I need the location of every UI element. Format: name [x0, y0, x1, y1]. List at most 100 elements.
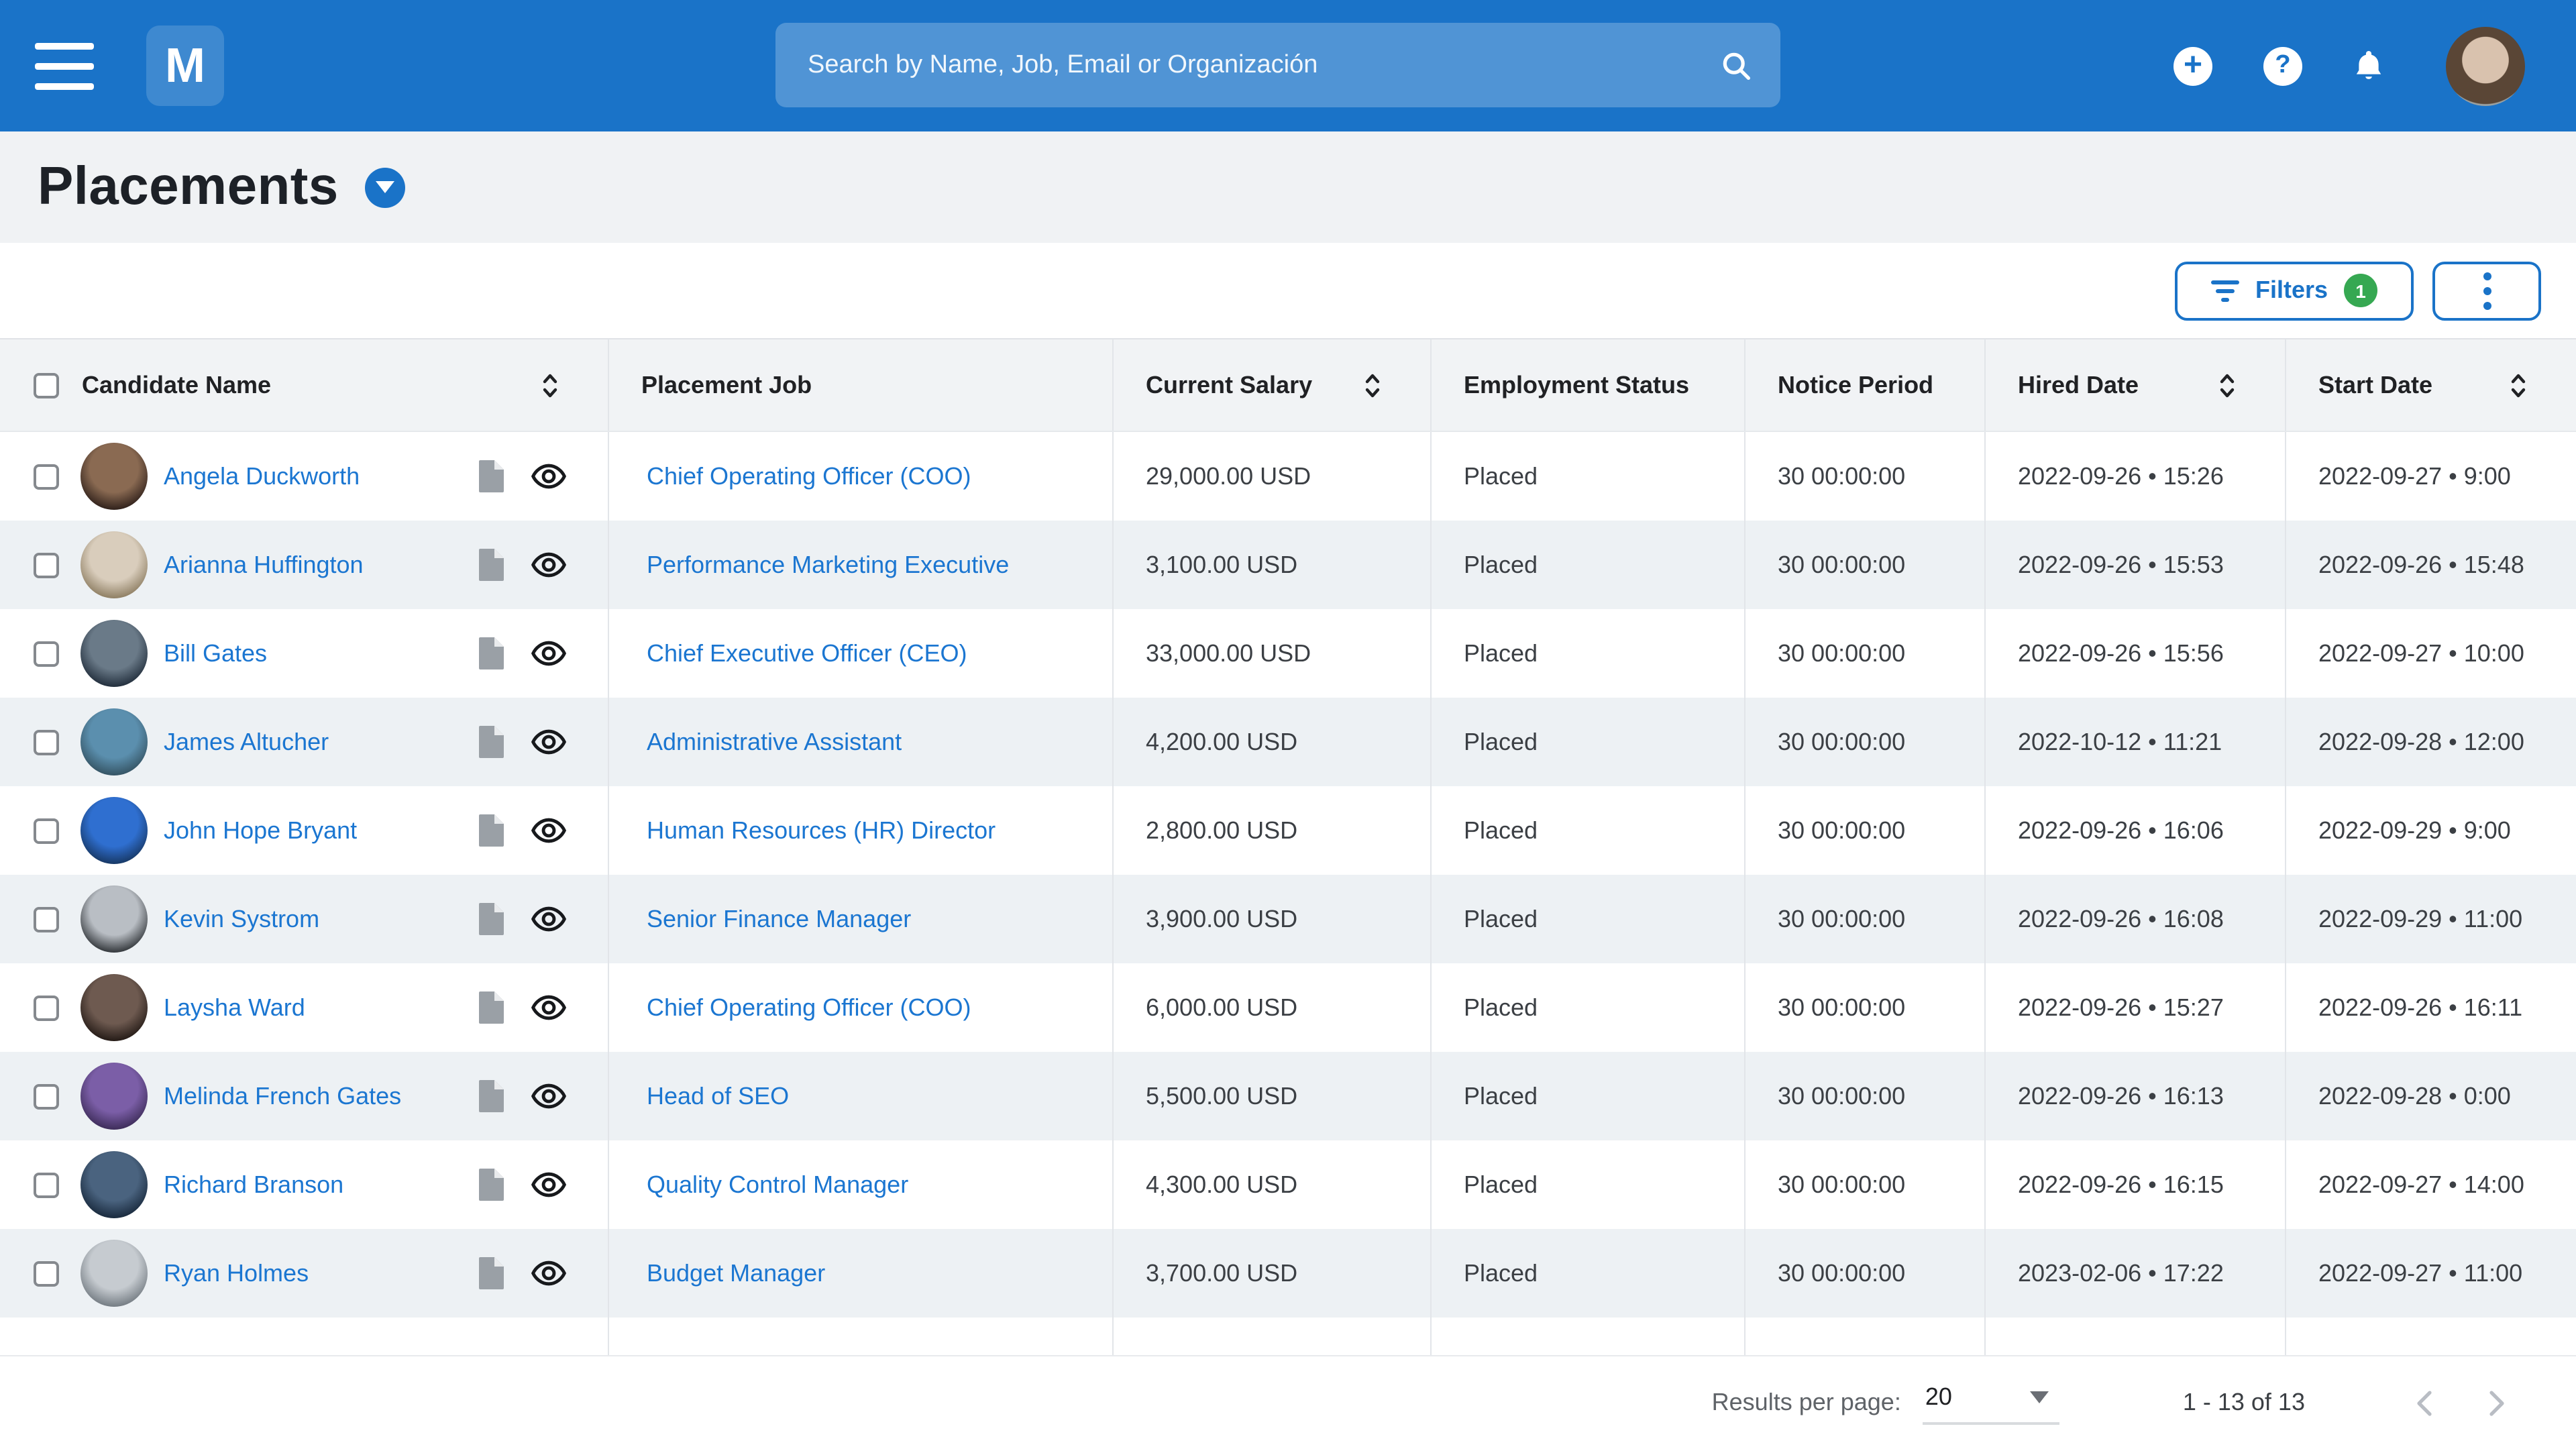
salary-cell-text: 3,700.00 USD	[1146, 1259, 1297, 1287]
page-title-dropdown-button[interactable]	[366, 167, 406, 207]
placement-job-link-text[interactable]: Head of SEO	[647, 1082, 789, 1110]
candidate-name-link[interactable]: Arianna Huffington	[164, 551, 364, 579]
candidate-name-link[interactable]: Richard Branson	[164, 1171, 343, 1199]
column-header-current-salary[interactable]: Current Salary	[1112, 339, 1430, 431]
candidate-avatar[interactable]	[80, 708, 148, 775]
start-date-cell: 2022-09-29 • 9:00	[2285, 786, 2576, 875]
placement-job-link-text[interactable]: Senior Finance Manager	[647, 905, 911, 933]
row-checkbox[interactable]	[34, 641, 59, 666]
resume-document-icon[interactable]	[479, 549, 504, 581]
row-checkbox[interactable]	[34, 906, 59, 932]
resume-document-icon[interactable]	[479, 903, 504, 935]
table-row-partial	[0, 1318, 2576, 1355]
placement-job-link-text[interactable]: Chief Executive Officer (CEO)	[647, 639, 967, 667]
column-header-start-date[interactable]: Start Date	[2285, 339, 2576, 431]
candidate-avatar[interactable]	[80, 443, 148, 510]
column-label: Notice Period	[1778, 371, 1933, 399]
candidate-name-link[interactable]: Angela Duckworth	[164, 462, 360, 490]
candidate-avatar[interactable]	[80, 974, 148, 1041]
preview-eye-icon[interactable]	[530, 723, 568, 761]
preview-eye-icon[interactable]	[530, 812, 568, 849]
row-actions	[479, 1254, 568, 1292]
row-checkbox[interactable]	[34, 729, 59, 755]
preview-eye-icon[interactable]	[530, 546, 568, 584]
candidate-avatar[interactable]	[80, 1063, 148, 1130]
candidate-name-link[interactable]: James Altucher	[164, 728, 329, 756]
candidate-name-link[interactable]: John Hope Bryant	[164, 816, 357, 845]
filters-button[interactable]: Filters 1	[2175, 261, 2414, 320]
row-checkbox[interactable]	[34, 1260, 59, 1286]
resume-document-icon[interactable]	[479, 460, 504, 492]
column-header-candidate-name[interactable]: Candidate Name	[0, 339, 608, 431]
user-avatar[interactable]	[2446, 26, 2525, 105]
notifications-button[interactable]	[2351, 47, 2387, 85]
row-checkbox[interactable]	[34, 552, 59, 578]
placement-job-link-text[interactable]: Performance Marketing Executive	[647, 551, 1009, 579]
notice-period-cell-text: 30 00:00:00	[1778, 1082, 1905, 1110]
candidate-avatar[interactable]	[80, 531, 148, 598]
resume-document-icon[interactable]	[479, 1257, 504, 1289]
quick-add-button[interactable]: +	[2174, 46, 2212, 85]
row-checkbox[interactable]	[34, 1083, 59, 1109]
row-checkbox[interactable]	[34, 1172, 59, 1197]
sort-icon[interactable]	[541, 370, 559, 400]
placement-job-link-text[interactable]: Quality Control Manager	[647, 1171, 908, 1199]
candidate-avatar[interactable]	[80, 885, 148, 953]
help-button[interactable]: ?	[2263, 46, 2302, 85]
candidate-avatar[interactable]	[80, 1240, 148, 1307]
chevron-down-icon	[376, 181, 395, 193]
next-page-button[interactable]	[2489, 1389, 2506, 1416]
candidate-name-link[interactable]: Melinda French Gates	[164, 1082, 401, 1110]
logo-letter: M	[165, 38, 205, 94]
placement-job-link-text[interactable]: Human Resources (HR) Director	[647, 816, 996, 845]
resume-document-icon[interactable]	[479, 991, 504, 1024]
placement-job-link: Chief Operating Officer (COO)	[608, 432, 1112, 521]
candidate-name-link[interactable]: Ryan Holmes	[164, 1259, 309, 1287]
candidate-avatar[interactable]	[80, 620, 148, 687]
candidate-avatar[interactable]	[80, 797, 148, 864]
row-actions	[479, 458, 568, 495]
table-row: James AltucherAdministrative Assistant4,…	[0, 698, 2576, 786]
preview-eye-icon[interactable]	[530, 900, 568, 938]
row-checkbox[interactable]	[34, 818, 59, 843]
placement-job-link-text[interactable]: Budget Manager	[647, 1259, 825, 1287]
preview-eye-icon[interactable]	[530, 635, 568, 672]
select-all-checkbox[interactable]	[34, 372, 59, 398]
preview-eye-icon[interactable]	[530, 458, 568, 495]
hired-date-cell-text: 2022-09-26 • 16:06	[2018, 816, 2224, 845]
placement-job-link-text[interactable]: Chief Operating Officer (COO)	[647, 462, 971, 490]
start-date-cell: 2022-09-27 • 10:00	[2285, 609, 2576, 698]
column-header-hired-date[interactable]: Hired Date	[1984, 339, 2285, 431]
resume-document-icon[interactable]	[479, 726, 504, 758]
app-logo[interactable]: M	[146, 25, 224, 106]
previous-page-button[interactable]	[2415, 1389, 2432, 1416]
sort-icon[interactable]	[1363, 370, 1382, 400]
preview-eye-icon[interactable]	[530, 1254, 568, 1292]
sort-icon[interactable]	[2509, 370, 2528, 400]
resume-document-icon[interactable]	[479, 637, 504, 669]
preview-eye-icon[interactable]	[530, 1166, 568, 1203]
global-search-input[interactable]: Search by Name, Job, Email or Organizaci…	[775, 23, 1780, 107]
salary-cell: 4,300.00 USD	[1112, 1140, 1430, 1229]
candidate-name-link[interactable]: Bill Gates	[164, 639, 267, 667]
candidate-name-link[interactable]: Kevin Systrom	[164, 905, 319, 933]
resume-document-icon[interactable]	[479, 1080, 504, 1112]
placement-job-link-text[interactable]: Chief Operating Officer (COO)	[647, 994, 971, 1022]
resume-document-icon[interactable]	[479, 814, 504, 847]
candidate-avatar[interactable]	[80, 1151, 148, 1218]
row-checkbox[interactable]	[34, 464, 59, 489]
menu-icon[interactable]	[35, 42, 94, 89]
search-placeholder: Search by Name, Job, Email or Organizaci…	[808, 50, 1719, 80]
more-options-button[interactable]	[2432, 261, 2541, 320]
preview-eye-icon[interactable]	[530, 989, 568, 1026]
resume-document-icon[interactable]	[479, 1169, 504, 1201]
preview-eye-icon[interactable]	[530, 1077, 568, 1115]
search-icon[interactable]	[1719, 48, 1754, 83]
results-per-page-select[interactable]: 20	[1923, 1381, 2059, 1425]
row-checkbox[interactable]	[34, 995, 59, 1020]
placement-job-link-text[interactable]: Administrative Assistant	[647, 728, 902, 756]
candidate-name-link[interactable]: Laysha Ward	[164, 994, 305, 1022]
sort-icon[interactable]	[2218, 370, 2237, 400]
topbar-actions: + ?	[2174, 0, 2525, 131]
start-date-cell-text: 2022-09-26 • 16:11	[2318, 994, 2522, 1022]
